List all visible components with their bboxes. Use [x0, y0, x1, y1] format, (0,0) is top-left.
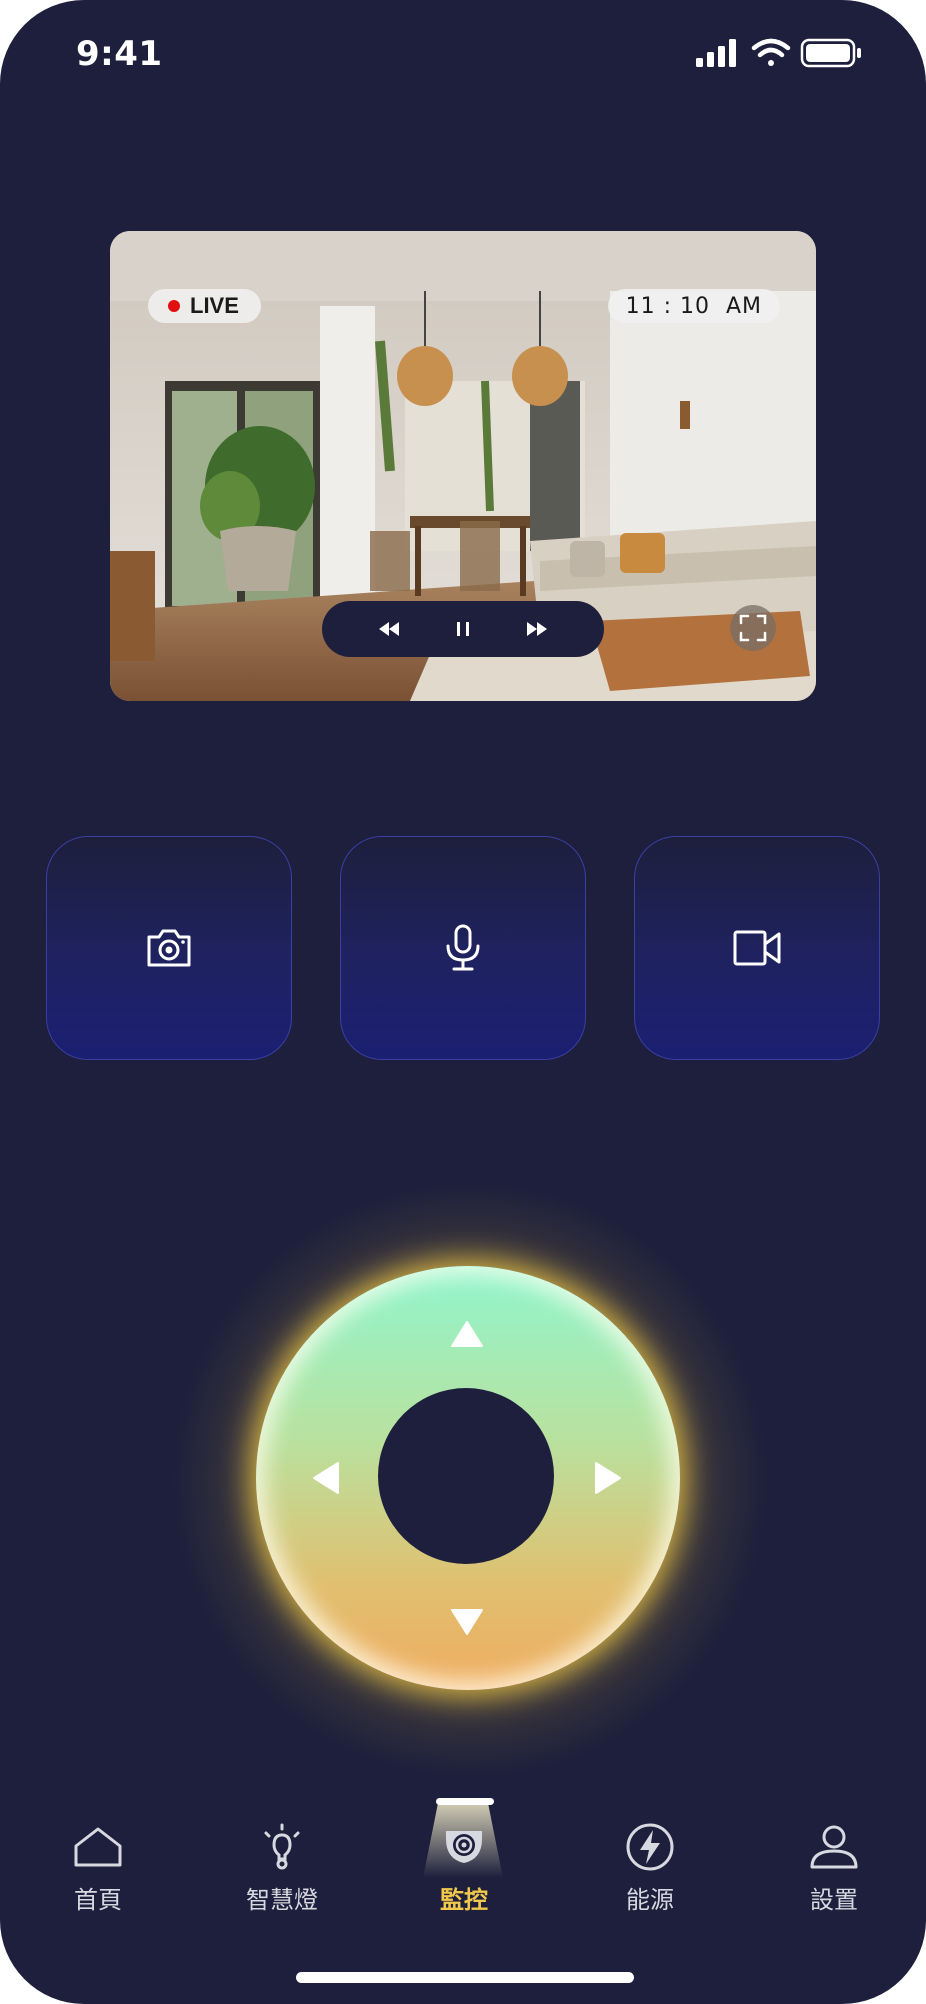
bulb-icon [264, 1823, 300, 1870]
tab-home[interactable]: 首頁 [28, 1790, 168, 1920]
pan-left-button[interactable] [312, 1461, 340, 1495]
tab-settings[interactable]: 設置 [764, 1790, 904, 1920]
battery-icon [800, 38, 861, 68]
tab-monitoring[interactable]: 監控 [394, 1790, 534, 1920]
tab-energy[interactable]: 能源 [580, 1790, 720, 1920]
rewind-icon [379, 622, 399, 636]
home-icon [74, 1827, 122, 1867]
live-badge: LIVE [148, 289, 261, 323]
ptz-direction-pad [256, 1266, 680, 1690]
fast-forward-button[interactable] [521, 613, 553, 645]
tab-monitoring-label: 監控 [440, 1886, 488, 1914]
status-icons [696, 36, 886, 70]
video-camera-icon [733, 930, 781, 966]
wifi-icon [751, 38, 791, 66]
camera-feed[interactable]: LIVE 11 : 10 AM [110, 231, 816, 701]
live-label: LIVE [190, 293, 239, 318]
record-video-button[interactable] [634, 836, 880, 1060]
timestamp-badge: 11 : 10 AM [607, 289, 780, 323]
pause-button[interactable] [447, 613, 479, 645]
pan-down-button[interactable] [450, 1608, 484, 1636]
microphone-icon [446, 924, 480, 971]
tab-settings-label: 設置 [810, 1886, 858, 1914]
user-icon [810, 1825, 858, 1869]
security-camera-icon [446, 1831, 482, 1863]
pause-icon [457, 622, 469, 636]
tab-home-label: 首頁 [74, 1886, 122, 1914]
dpad-center-button[interactable] [378, 1388, 554, 1564]
snapshot-button[interactable] [46, 836, 292, 1060]
energy-icon [626, 1823, 674, 1871]
fullscreen-icon [739, 614, 767, 642]
tab-bar: 首頁 智慧燈 監控 能源 設置 [0, 1790, 926, 1920]
phone-screen: 9:41 LIVE 11: 10 AM 首頁 智慧燈 監控 能源 設置 [0, 0, 926, 2004]
tab-smart-light[interactable]: 智慧燈 [212, 1790, 352, 1920]
action-buttons [46, 836, 882, 1060]
playback-controls [322, 601, 604, 657]
timestamp-label: 11 : 10 AM [625, 293, 762, 319]
home-indicator [296, 1972, 634, 1983]
fullscreen-button[interactable] [730, 605, 776, 651]
rewind-button[interactable] [373, 613, 405, 645]
tab-smart-light-label: 智慧燈 [246, 1886, 318, 1914]
camera-icon [147, 929, 191, 967]
microphone-button[interactable] [340, 836, 586, 1060]
fast-forward-icon [527, 622, 547, 636]
live-indicator-dot [168, 300, 180, 312]
tab-energy-label: 能源 [626, 1886, 674, 1914]
status-time: 9:41 [76, 34, 163, 74]
signal-icon [696, 39, 736, 67]
pan-right-button[interactable] [594, 1461, 622, 1495]
pan-up-button[interactable] [450, 1320, 484, 1348]
